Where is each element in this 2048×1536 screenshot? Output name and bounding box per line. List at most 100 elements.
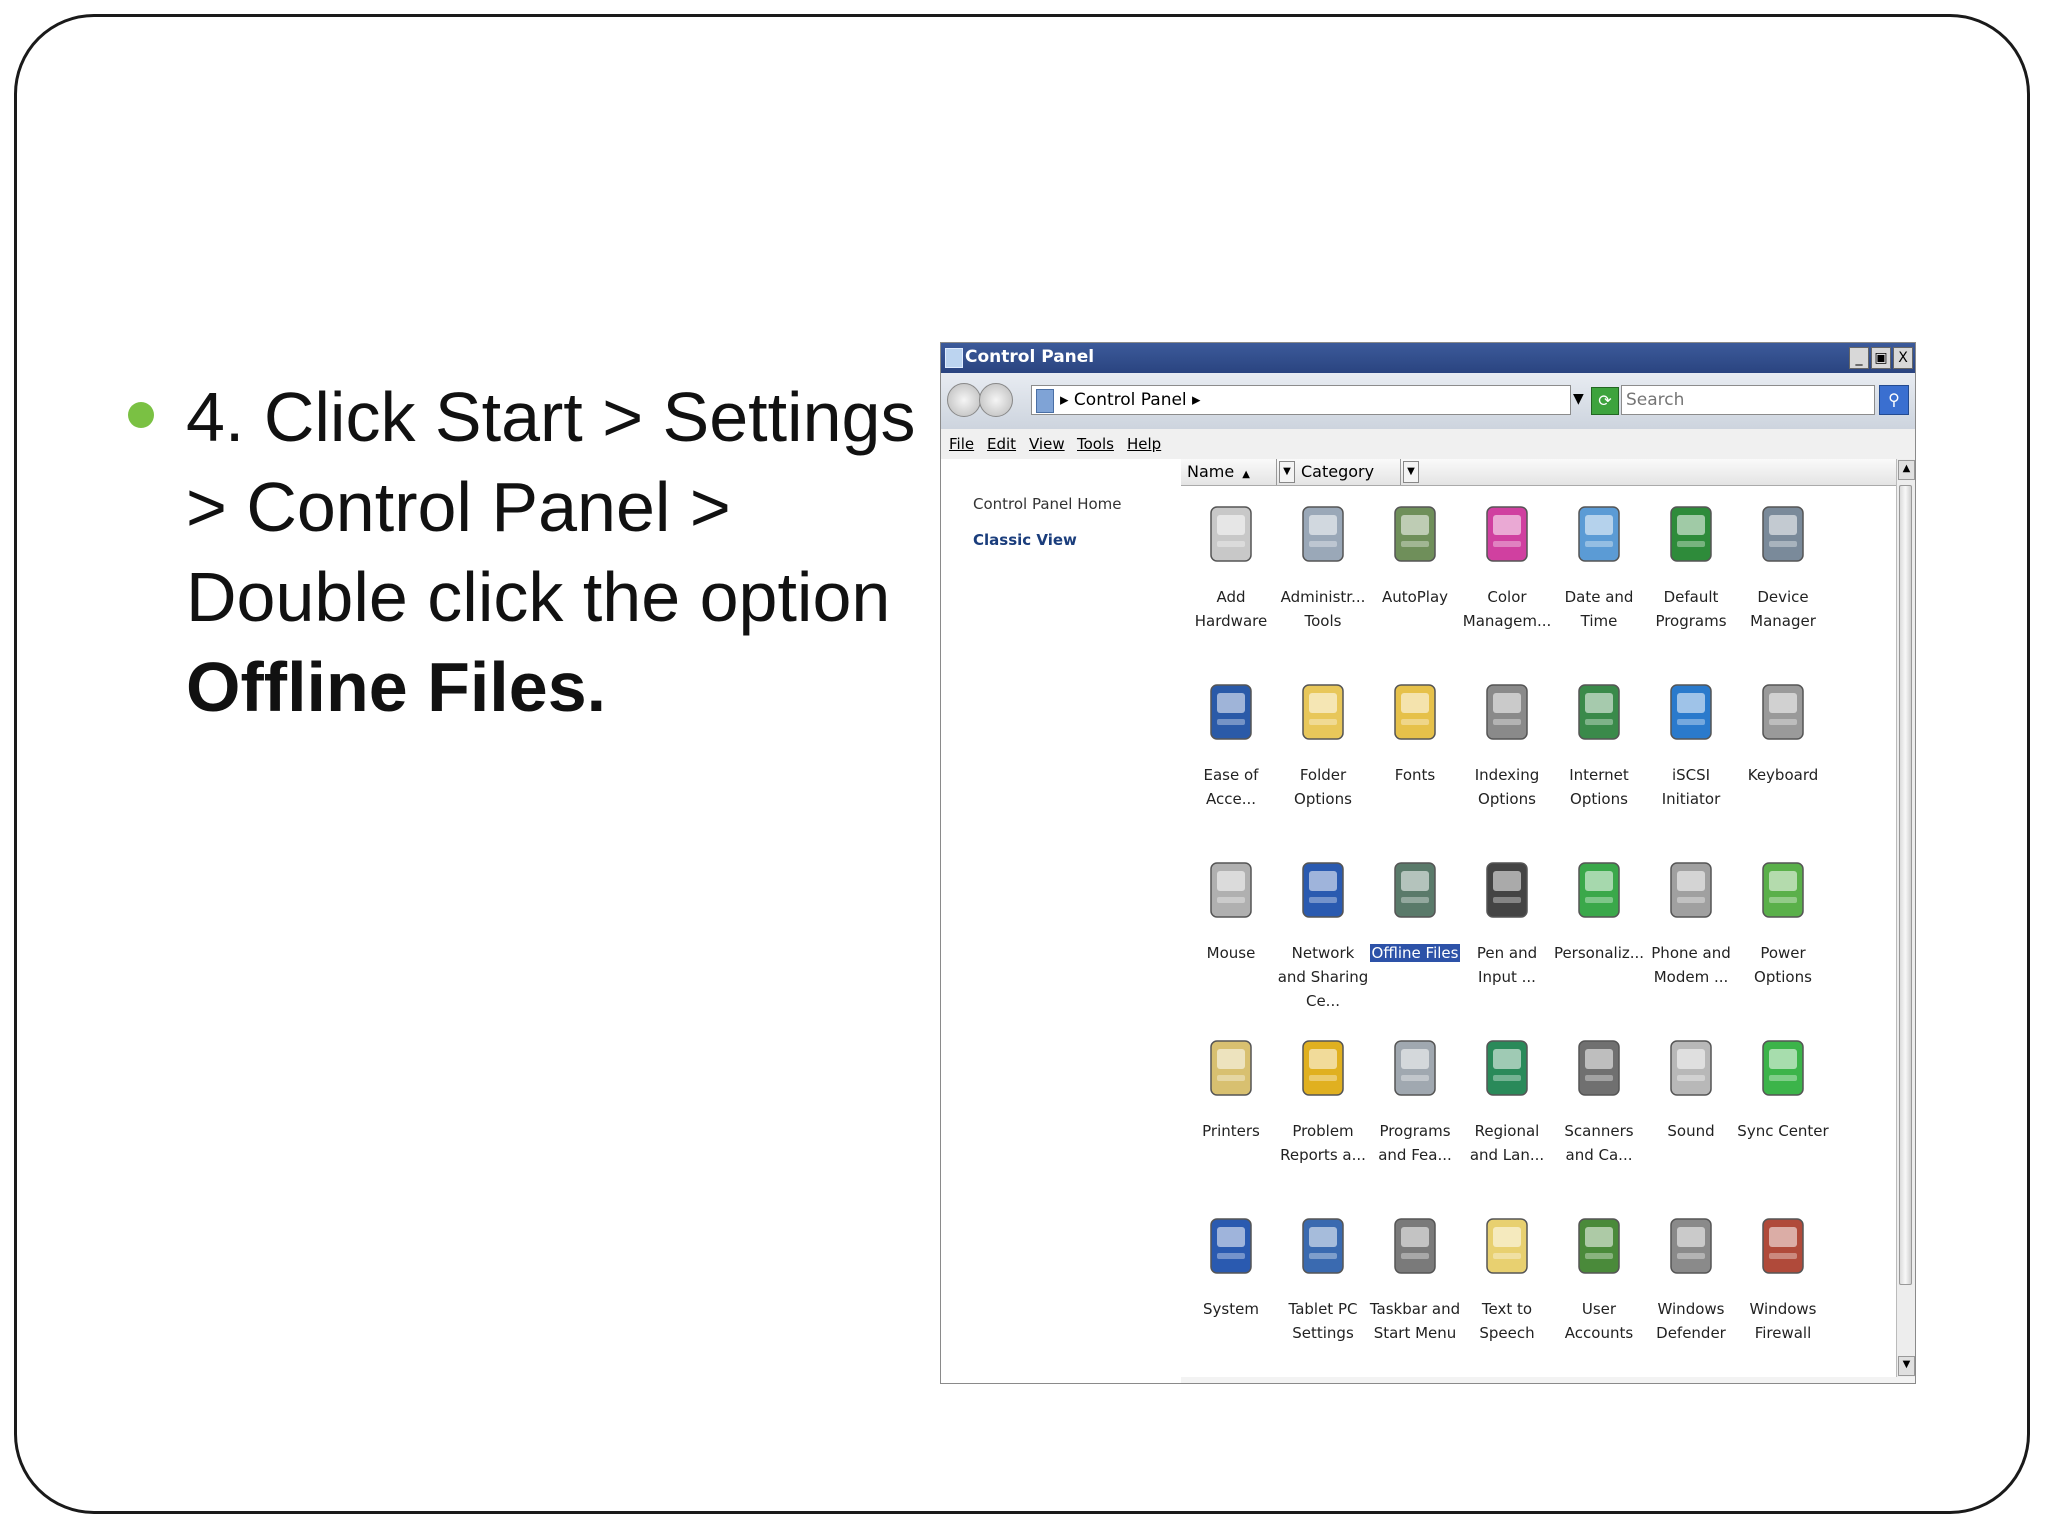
item-label-text: Regional and Lan... [1469, 1122, 1545, 1164]
control-panel-item[interactable]: Default Programs [1645, 487, 1737, 657]
control-panel-item[interactable]: Add Hardware [1185, 487, 1277, 657]
control-panel-item[interactable]: Windows Firewall [1737, 1199, 1829, 1369]
address-dropdown-icon[interactable]: ▼ [1573, 391, 1584, 407]
control-panel-item[interactable]: Internet Options [1553, 665, 1645, 835]
control-panel-item[interactable]: Windows Defender [1645, 1199, 1737, 1369]
minimize-button[interactable]: _ [1849, 347, 1869, 369]
item-label: Tablet PC Settings [1277, 1297, 1369, 1345]
address-toolbar: ▸ Control Panel ▸ ▼ ⟳ ⚲ [941, 373, 1915, 430]
item-label-text: Folder Options [1294, 766, 1352, 808]
power-options-icon [1757, 847, 1809, 937]
control-panel-item[interactable]: Sync Center [1737, 1021, 1829, 1191]
control-panel-item[interactable]: Offline Files [1369, 843, 1461, 1013]
menu-bar: File Edit View Tools Help [941, 429, 1915, 460]
item-label: Text to Speech [1461, 1297, 1553, 1345]
internet-options-icon [1573, 669, 1625, 759]
item-label: Pen and Input ... [1461, 941, 1553, 989]
control-panel-item[interactable]: Sound [1645, 1021, 1737, 1191]
control-panel-item[interactable]: Regional and Lan... [1461, 1021, 1553, 1191]
personalization-icon [1573, 847, 1625, 937]
control-panel-item[interactable]: Administr... Tools [1277, 487, 1369, 657]
control-panel-home-link[interactable]: Control Panel Home [973, 495, 1122, 513]
forward-button[interactable] [979, 383, 1013, 417]
control-panel-item[interactable]: Text to Speech [1461, 1199, 1553, 1369]
item-label-text: Mouse [1206, 944, 1256, 962]
item-label-text: Windows Defender [1656, 1300, 1726, 1342]
menu-help[interactable]: Help [1127, 435, 1161, 453]
name-filter-dropdown-icon[interactable]: ▼ [1279, 461, 1295, 483]
refresh-icon[interactable]: ⟳ [1591, 387, 1619, 415]
instruction-bold-option: Offline Files. [186, 648, 607, 726]
address-bar[interactable]: ▸ Control Panel ▸ [1031, 385, 1571, 415]
windows-firewall-icon [1757, 1203, 1809, 1293]
control-panel-item[interactable]: Network and Sharing Ce... [1277, 843, 1369, 1013]
control-panel-item[interactable]: Problem Reports a... [1277, 1021, 1369, 1191]
search-input[interactable] [1621, 385, 1875, 415]
sort-arrow-icon: ▲ [1242, 469, 1250, 480]
item-label: Printers [1185, 1119, 1277, 1143]
item-label: Color Managem... [1461, 585, 1553, 633]
scroll-thumb[interactable] [1899, 485, 1912, 1285]
control-panel-item[interactable]: Fonts [1369, 665, 1461, 835]
column-header-name[interactable]: Name ▲ [1181, 459, 1277, 485]
control-panel-item[interactable]: Scanners and Ca... [1553, 1021, 1645, 1191]
control-panel-item[interactable]: Power Options [1737, 843, 1829, 1013]
control-panel-item[interactable]: Indexing Options [1461, 665, 1553, 835]
item-label: System [1185, 1297, 1277, 1321]
control-panel-item[interactable]: Keyboard [1737, 665, 1829, 835]
control-panel-item[interactable]: iSCSI Initiator [1645, 665, 1737, 835]
restore-button[interactable]: ▣ [1871, 347, 1891, 369]
menu-view[interactable]: View [1029, 435, 1065, 453]
item-label-text: Default Programs [1655, 588, 1727, 630]
items-view: Name ▲ ▼ Category ▼ Add Hardware Administr… [1181, 459, 1897, 1377]
item-label-text: Network and Sharing Ce... [1277, 944, 1369, 1010]
scroll-up-icon[interactable]: ▲ [1898, 460, 1915, 480]
item-label: User Accounts [1553, 1297, 1645, 1345]
control-panel-item[interactable]: Pen and Input ... [1461, 843, 1553, 1013]
control-panel-item[interactable]: Taskbar and Start Menu [1369, 1199, 1461, 1369]
control-panel-item[interactable]: Programs and Fea... [1369, 1021, 1461, 1191]
classic-view-link[interactable]: Classic View [973, 531, 1077, 549]
control-panel-item[interactable]: System [1185, 1199, 1277, 1369]
control-panel-item[interactable]: Personaliz... [1553, 843, 1645, 1013]
network-sharing-icon [1297, 847, 1349, 937]
offline-files-icon [1389, 847, 1441, 937]
control-panel-item[interactable]: Tablet PC Settings [1277, 1199, 1369, 1369]
control-panel-item[interactable]: Mouse [1185, 843, 1277, 1013]
item-label-text: Administr... Tools [1280, 588, 1366, 630]
item-label-text: Date and Time [1564, 588, 1634, 630]
menu-file[interactable]: File [949, 435, 974, 453]
color-management-icon [1481, 491, 1533, 581]
item-label-text: Pen and Input ... [1476, 944, 1538, 986]
item-label: Scanners and Ca... [1553, 1119, 1645, 1167]
vertical-scrollbar[interactable]: ▲ ▼ [1896, 459, 1915, 1377]
item-label: Windows Firewall [1737, 1297, 1829, 1345]
item-label-text: Tablet PC Settings [1288, 1300, 1358, 1342]
item-label-text: Internet Options [1569, 766, 1629, 808]
item-label: Internet Options [1553, 763, 1645, 811]
menu-tools[interactable]: Tools [1077, 435, 1114, 453]
item-label-text: iSCSI Initiator [1661, 766, 1721, 808]
close-button[interactable]: X [1893, 347, 1913, 369]
control-panel-item[interactable]: Date and Time [1553, 487, 1645, 657]
control-panel-item[interactable]: AutoPlay [1369, 487, 1461, 657]
item-label-text: Programs and Fea... [1378, 1122, 1452, 1164]
control-panel-item[interactable]: Ease of Acce... [1185, 665, 1277, 835]
pen-input-icon [1481, 847, 1533, 937]
control-panel-item[interactable]: Device Manager [1737, 487, 1829, 657]
control-panel-window: Control Panel _ ▣ X ▸ Control Panel ▸ ▼ … [940, 342, 1916, 1384]
title-bar[interactable]: Control Panel _ ▣ X [941, 343, 1915, 373]
category-filter-dropdown-icon[interactable]: ▼ [1403, 461, 1419, 483]
control-panel-item[interactable]: User Accounts [1553, 1199, 1645, 1369]
control-panel-item[interactable]: Phone and Modem ... [1645, 843, 1737, 1013]
control-panel-item[interactable]: Color Managem... [1461, 487, 1553, 657]
back-button[interactable] [947, 383, 981, 417]
scroll-down-icon[interactable]: ▼ [1898, 1356, 1915, 1376]
menu-edit[interactable]: Edit [987, 435, 1016, 453]
control-panel-item[interactable]: Printers [1185, 1021, 1277, 1191]
search-icon[interactable]: ⚲ [1879, 385, 1909, 415]
column-header-category[interactable]: Category [1295, 459, 1401, 485]
control-panel-item[interactable]: Folder Options [1277, 665, 1369, 835]
task-pane: Control Panel Home Classic View [941, 459, 1181, 1383]
folder-options-icon [1297, 669, 1349, 759]
